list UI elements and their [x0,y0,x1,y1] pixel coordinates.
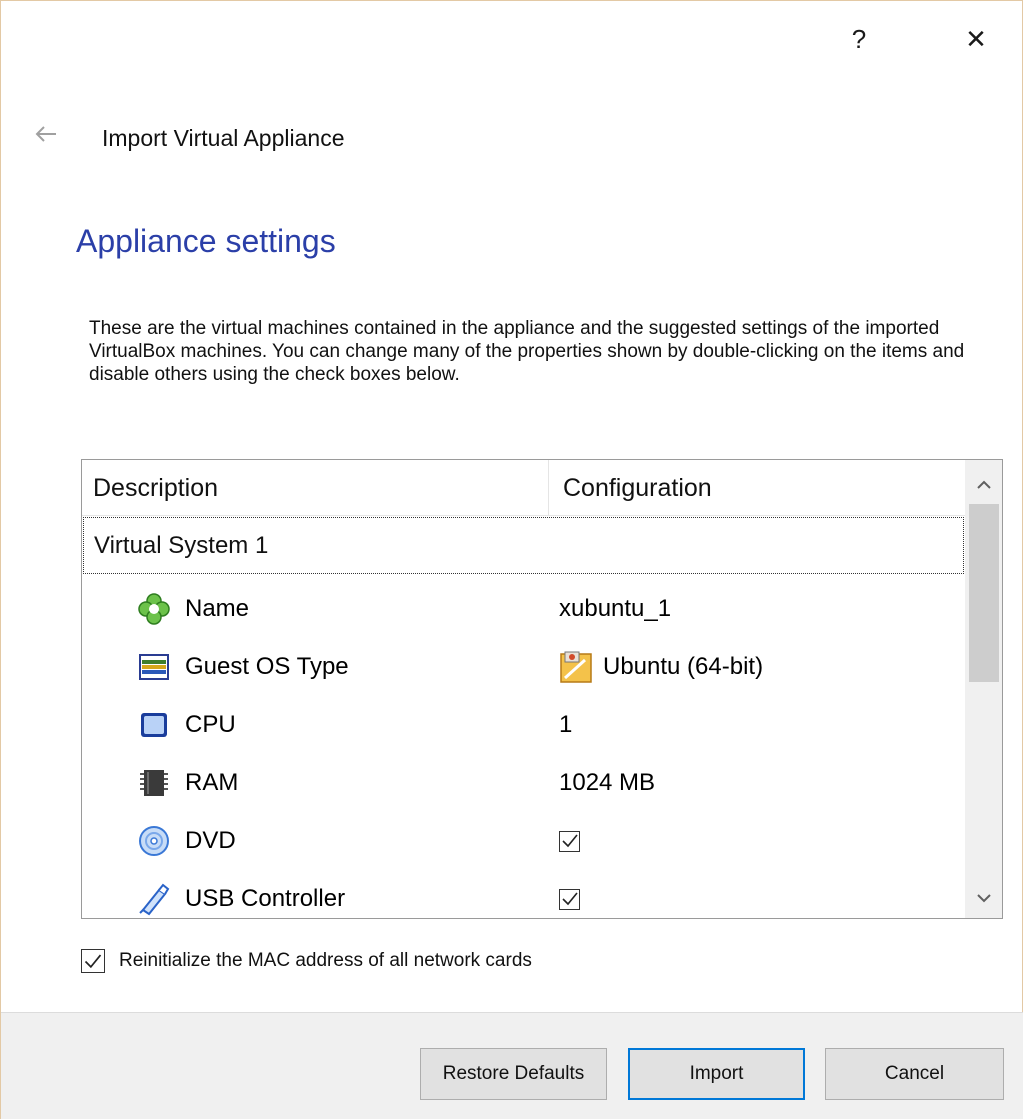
tree-row-name[interactable]: Name xubuntu_1 [82,580,966,638]
import-button[interactable]: Import [628,1048,805,1100]
ubuntu-os-icon [560,651,592,683]
checkmark-icon [84,954,102,968]
row-label-name: Name [185,595,250,622]
tree-row-usb-controller[interactable]: USB Controller [82,870,966,918]
wizard-title: Import Virtual Appliance [102,125,345,151]
tree-row-guest-os-type[interactable]: Guest OS Type Ubuntu (64-bit) [82,638,966,696]
dvd-icon [139,826,169,856]
usb-icon [139,883,170,916]
reinitialize-mac-label[interactable]: Reinitialize the MAC address of all netw… [119,950,532,972]
row-label-guest-os-type: Guest OS Type [185,653,349,680]
tree-group-virtual-system[interactable]: Virtual System 1 [83,517,964,574]
row-label-ram: RAM [185,769,239,796]
column-header-configuration[interactable]: Configuration [549,460,966,516]
vertical-scrollbar[interactable] [965,460,1002,918]
row-value-name[interactable]: xubuntu_1 [559,595,671,623]
dvd-checkbox[interactable] [559,830,580,852]
cancel-button[interactable]: Cancel [825,1048,1004,1100]
back-arrow-icon[interactable] [31,119,61,149]
reinitialize-mac-checkbox[interactable] [81,949,105,973]
row-label-dvd: DVD [185,827,236,854]
checkmark-icon [561,892,578,906]
help-button[interactable]: ? [839,19,879,59]
tree-header: Description Configuration [82,460,966,516]
tree-row-cpu[interactable]: CPU 1 [82,696,966,754]
page-description: These are the virtual machines contained… [89,318,965,385]
ram-icon [140,770,168,796]
name-clover-icon [138,593,170,625]
close-button[interactable]: ✕ [956,19,996,59]
restore-defaults-button[interactable]: Restore Defaults [420,1048,607,1100]
appliance-settings-tree[interactable]: Description Configuration Virtual System… [81,459,1003,919]
scroll-thumb[interactable] [969,504,999,682]
usb-controller-checkbox[interactable] [559,888,580,910]
scroll-down-arrow-icon[interactable] [965,878,1002,918]
reinitialize-mac-option[interactable]: Reinitialize the MAC address of all netw… [81,949,532,973]
cpu-icon [141,713,167,737]
dialog-footer: Restore Defaults Import Cancel [1,1012,1023,1119]
os-type-icon [139,654,169,680]
tree-row-ram[interactable]: RAM 1024 MB [82,754,966,812]
checkmark-icon [561,834,578,848]
import-appliance-dialog: ? ✕ Import Virtual Appliance Appliance s… [0,0,1023,1119]
column-header-description[interactable]: Description [82,460,549,516]
page-heading: Appliance settings [76,223,336,259]
row-label-usb-controller: USB Controller [185,885,346,912]
row-value-cpu[interactable]: 1 [559,711,572,739]
row-value-guest-os-type[interactable]: Ubuntu (64-bit) [603,653,763,681]
row-value-ram[interactable]: 1024 MB [559,769,655,797]
row-label-cpu: CPU [185,711,236,738]
scroll-up-arrow-icon[interactable] [965,464,1002,504]
tree-row-dvd[interactable]: DVD [82,812,966,870]
